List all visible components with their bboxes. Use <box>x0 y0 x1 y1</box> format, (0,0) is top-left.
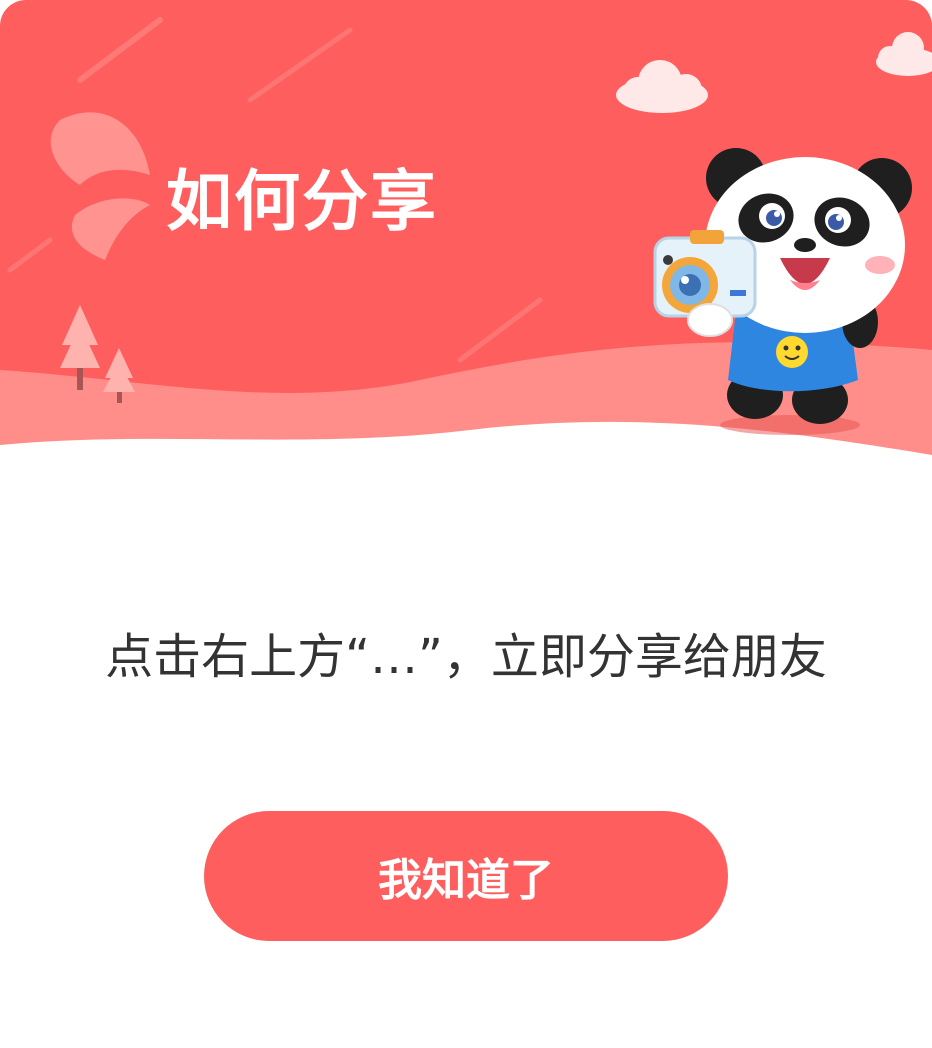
got-it-button[interactable]: 我知道了 <box>204 811 728 941</box>
camera-icon <box>653 230 757 318</box>
share-instruction-text: 点击右上方“…”，立即分享给朋友 <box>105 629 827 685</box>
dialog-title: 如何分享 <box>166 163 438 240</box>
share-guide-dialog: 如何分享 点击右上方“…”，立即分享给朋友 我知道了 <box>0 0 932 1048</box>
header-illustration <box>0 0 932 480</box>
